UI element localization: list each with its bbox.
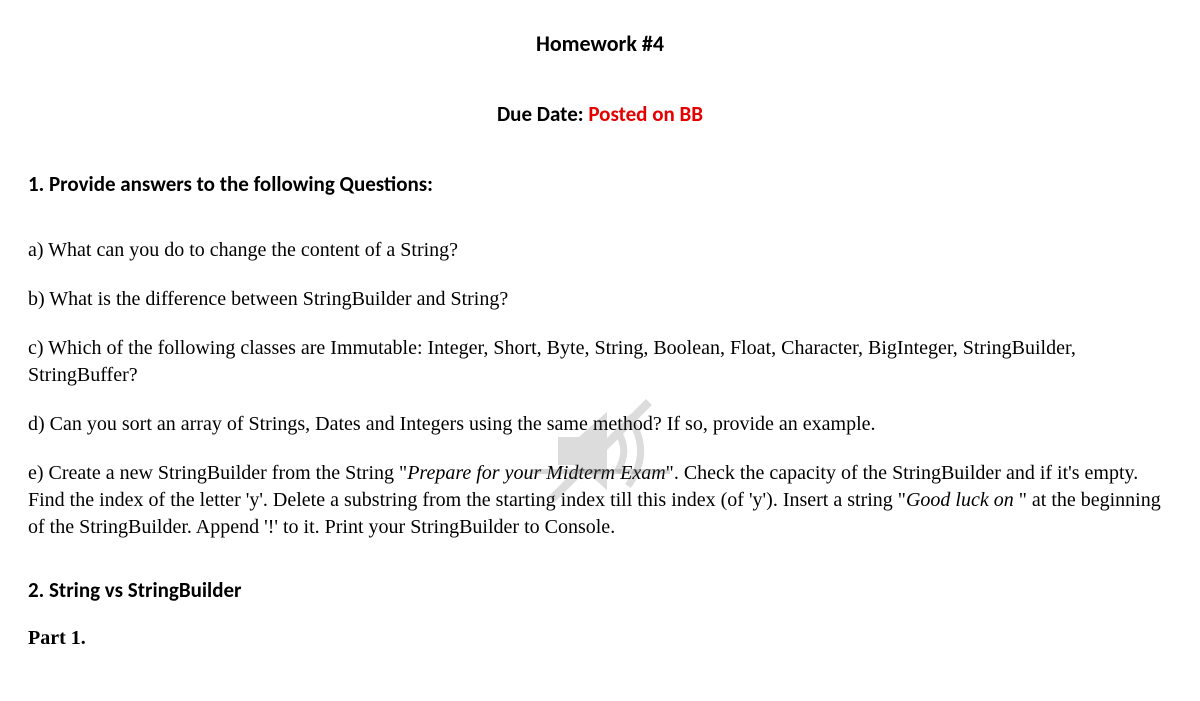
question-e-italic1: Prepare for your Midterm Exam xyxy=(407,462,665,484)
question-e: e) Create a new StringBuilder from the S… xyxy=(28,460,1172,541)
question-a: a) What can you do to change the content… xyxy=(28,237,1172,264)
due-date-value: Posted on BB xyxy=(588,101,703,127)
question-e-part1: e) Create a new StringBuilder from the S… xyxy=(28,462,407,484)
section-1-heading: 1. Provide answers to the following Ques… xyxy=(28,171,1172,197)
question-d: d) Can you sort an array of Strings, Dat… xyxy=(28,411,1172,438)
homework-title: Homework #4 xyxy=(28,30,1172,57)
due-date-label: Due Date: xyxy=(497,101,588,127)
question-e-italic2: Good luck on xyxy=(906,489,1019,511)
due-date-line: Due Date: Posted on BB xyxy=(28,101,1172,127)
section-2-heading: 2. String vs StringBuilder xyxy=(28,577,1172,603)
part-1-label: Part 1. xyxy=(28,627,1172,650)
question-b: b) What is the difference between String… xyxy=(28,286,1172,313)
question-c: c) Which of the following classes are Im… xyxy=(28,335,1172,389)
